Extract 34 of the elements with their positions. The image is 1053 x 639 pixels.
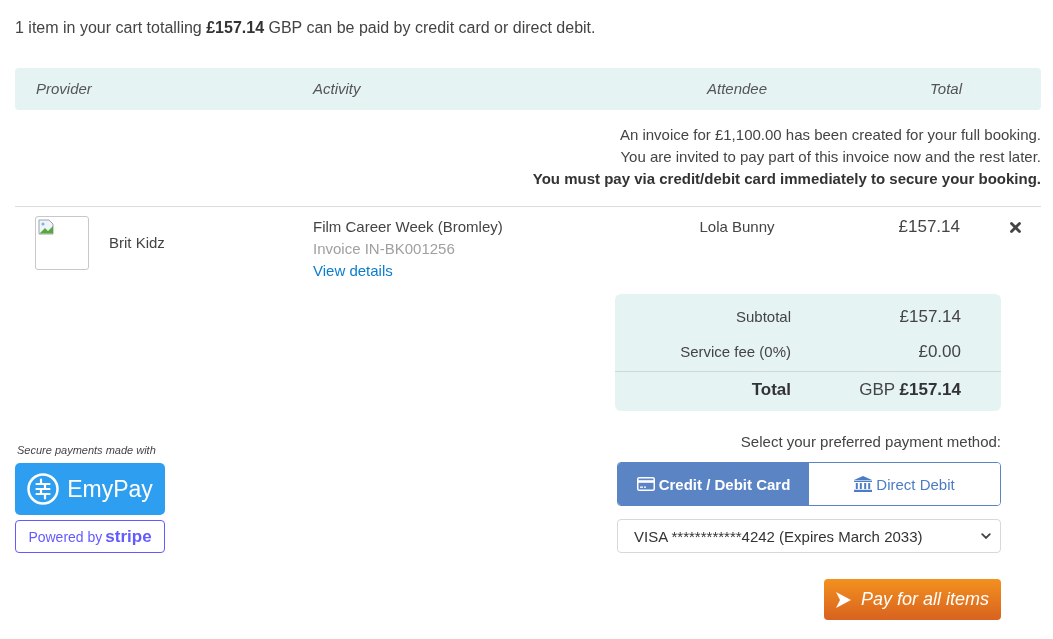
column-header: Provider: [36, 79, 92, 99]
summary-label: Subtotal: [735, 308, 791, 325]
payment-method-tab[interactable]: Credit / Debit Card: [618, 463, 809, 505]
summary-value: GBP £157.14: [859, 380, 961, 400]
invoice-notice: You are invited to pay part of this invoice now and the rest later.: [620, 147, 1041, 167]
column-header: Attendee: [706, 79, 768, 99]
invoice-notice: An invoice for £1,100.00 has been created for your full booking.: [619, 125, 1041, 145]
summary-value: £157.14: [899, 306, 961, 327]
cart-summary-text: 1 item in your cart totalling £157.14 GBP can be paid by credit card or direct debit.: [15, 18, 596, 38]
summary-label: Service fee (0%): [680, 343, 791, 360]
activity-name: Film Career Week (Bromley): [313, 217, 503, 237]
powered-by-stripe-badge[interactable]: Powered by stripe: [15, 520, 165, 553]
attendee-name: Lola Bunny: [699, 217, 775, 237]
pay-button[interactable]: Pay for all items: [824, 579, 1001, 620]
card-select[interactable]: VISA ************4242 (Expires March 2033): [617, 519, 1001, 553]
column-header: Total: [930, 79, 962, 99]
summary-label: Total: [751, 380, 791, 400]
column-header: Activity: [313, 79, 361, 99]
payment-method-prompt: Select your preferred payment method:: [740, 432, 1001, 452]
close-icon[interactable]: [1010, 222, 1021, 233]
summary-value: £0.00: [918, 341, 961, 362]
chevron-down-icon: [981, 532, 991, 540]
invoice-number: Invoice IN-BK001256: [313, 239, 455, 259]
broken-image-icon: [38, 219, 54, 235]
item-total: £157.14: [898, 216, 960, 238]
provider-name: Brit Kidz: [109, 233, 165, 253]
arrowhead-icon: [835, 591, 851, 608]
secure-payments-caption: Secure payments made with: [17, 443, 156, 457]
view-details-link[interactable]: View details: [313, 260, 393, 282]
credit-card-icon: [636, 477, 655, 491]
circle-logo-icon: [27, 473, 60, 505]
emypay-badge[interactable]: EmyPay: [15, 463, 165, 515]
invoice-notice: You must pay via credit/debit card immediately to secure your booking.: [532, 169, 1041, 189]
bank-icon: [854, 476, 873, 492]
